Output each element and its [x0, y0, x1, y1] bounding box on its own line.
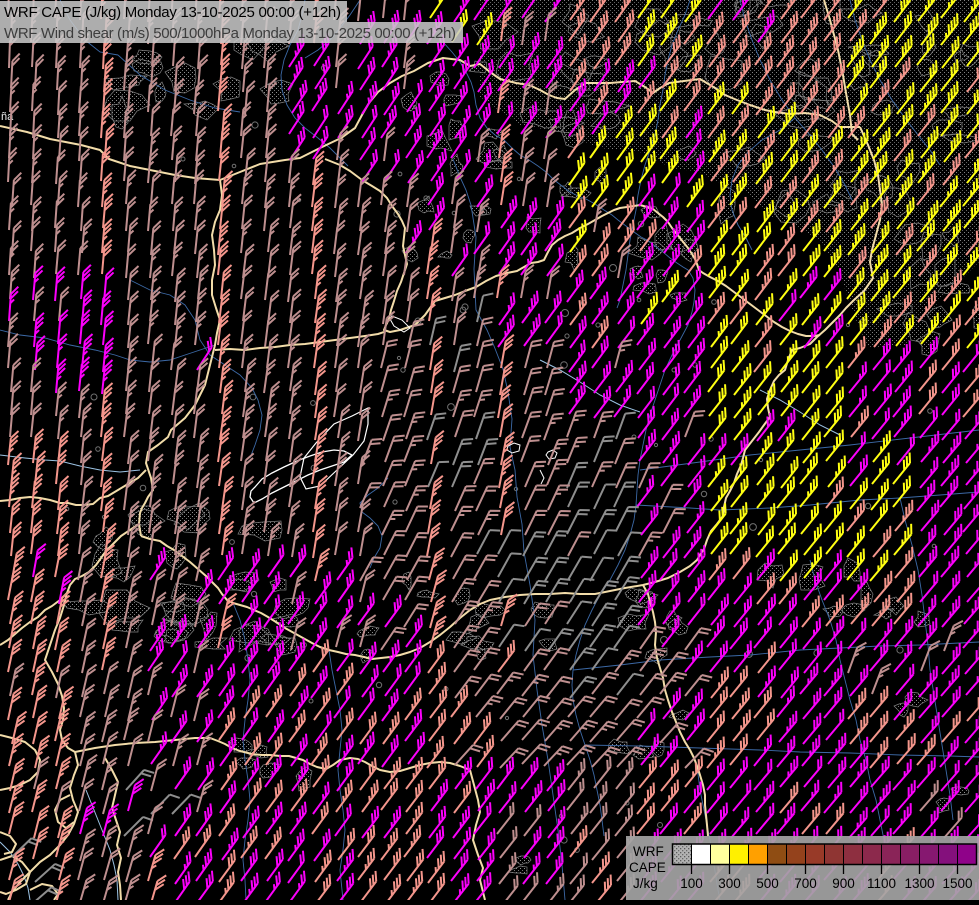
svg-text:700: 700	[794, 876, 817, 891]
svg-text:WRF CAPE (J/kg) Monday 13-10-2: WRF CAPE (J/kg) Monday 13-10-2025 00:00 …	[4, 4, 341, 21]
svg-text:J/kg: J/kg	[633, 876, 658, 891]
svg-text:CAPE: CAPE	[629, 860, 666, 875]
svg-text:500: 500	[756, 876, 779, 891]
svg-text:1500: 1500	[942, 876, 972, 891]
svg-text:900: 900	[832, 876, 855, 891]
svg-text:300: 300	[718, 876, 741, 891]
svg-text:WRF: WRF	[633, 844, 664, 859]
svg-text:WRF Wind shear (m/s) 500/1000h: WRF Wind shear (m/s) 500/1000hPa Monday …	[4, 25, 456, 42]
svg-text:1300: 1300	[904, 876, 934, 891]
svg-text:100: 100	[680, 876, 703, 891]
svg-text:1100: 1100	[867, 876, 896, 891]
